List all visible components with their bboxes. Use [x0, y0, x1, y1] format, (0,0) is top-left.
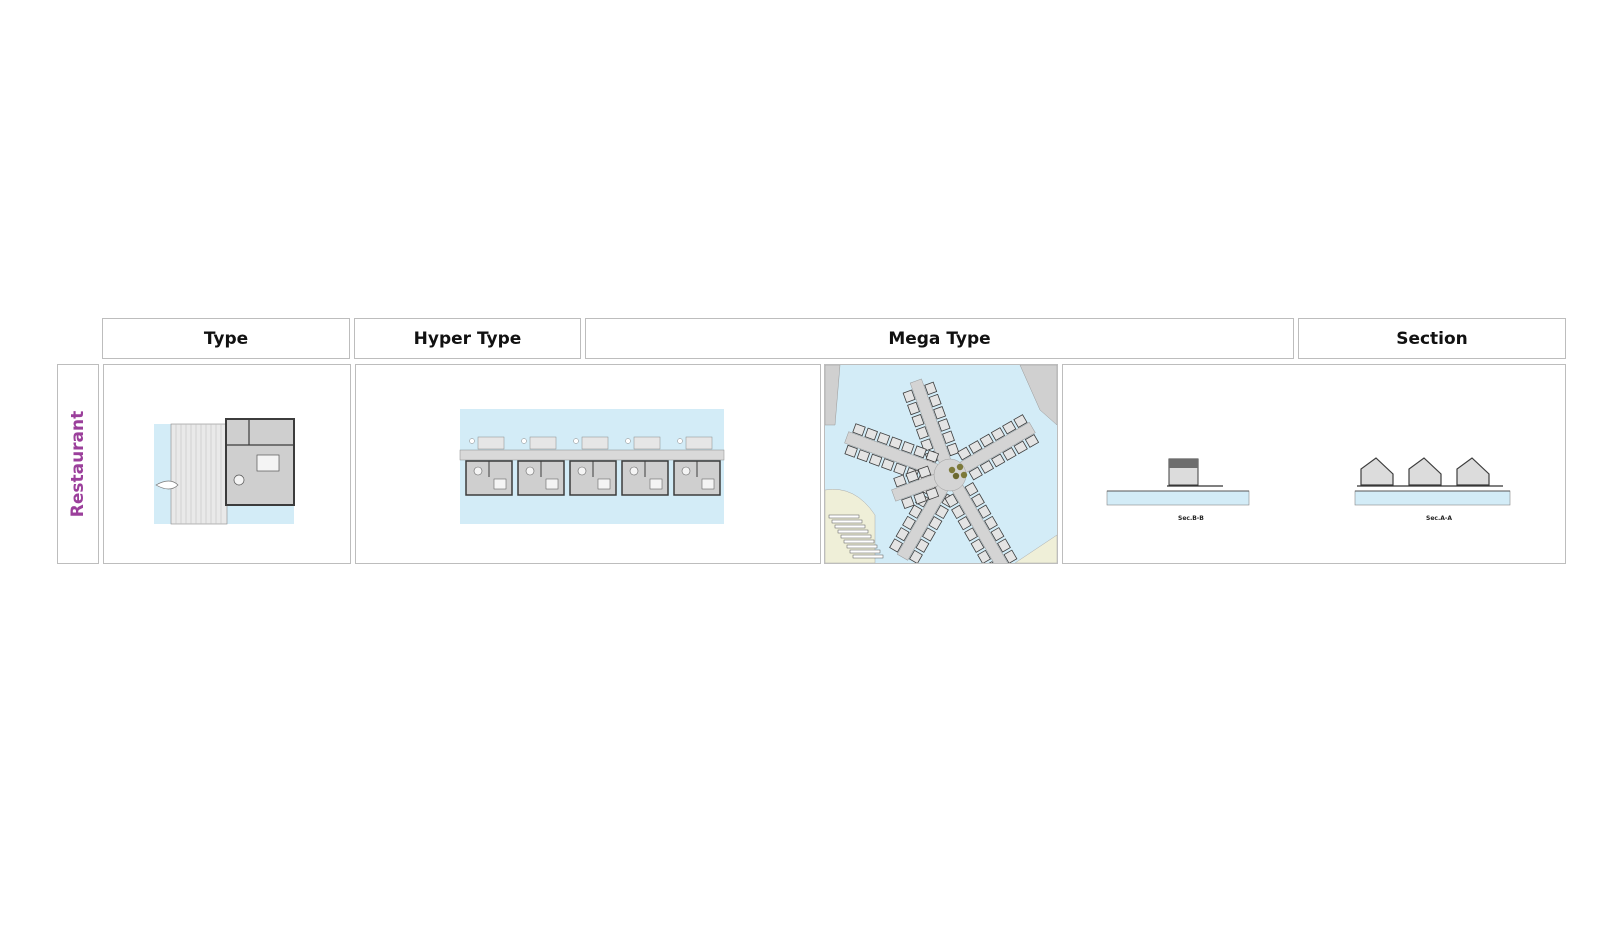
column-header-mega-type-label: Mega Type	[888, 328, 991, 349]
section-a-a: Sec.A-A	[1354, 457, 1511, 522]
mega-type-cell	[824, 364, 1058, 564]
column-header-section: Section	[1298, 318, 1566, 359]
hyper-type-plan	[459, 409, 725, 524]
section-a-gable-2	[1408, 457, 1442, 486]
type-cell	[103, 364, 351, 564]
section-a-pontoon	[1354, 490, 1511, 506]
section-drawings: Sec.B-B Sec.A-A	[1106, 457, 1511, 522]
row-label-restaurant: Restaurant	[68, 410, 88, 518]
plan-table	[233, 474, 245, 486]
column-header-section-label: Section	[1396, 328, 1468, 349]
hyper-type-cell	[355, 364, 821, 564]
section-b-label: Sec.B-B	[1178, 515, 1204, 522]
row-label-box: Restaurant	[57, 364, 99, 564]
section-a-gable-3	[1456, 457, 1490, 486]
section-b-pontoon	[1106, 490, 1250, 506]
type-floor-plan	[154, 418, 295, 525]
section-a-gable-1	[1360, 457, 1394, 486]
column-header-hyper-type-label: Hyper Type	[413, 328, 522, 349]
column-header-mega-type: Mega Type	[585, 318, 1294, 359]
plan-deck	[170, 423, 228, 525]
mega-type-site-plan	[825, 365, 1057, 563]
section-cell: Sec.B-B Sec.A-A	[1062, 364, 1566, 564]
plan-sofa	[256, 454, 280, 472]
column-header-type-label: Type	[203, 328, 249, 349]
section-b-b: Sec.B-B	[1106, 458, 1250, 522]
hyper-walkway	[459, 449, 725, 461]
column-header-type: Type	[102, 318, 350, 359]
section-a-label: Sec.A-A	[1426, 515, 1452, 522]
column-header-hyper-type: Hyper Type	[354, 318, 581, 359]
